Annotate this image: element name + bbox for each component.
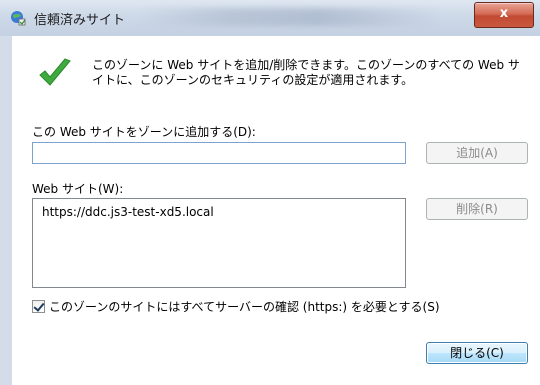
title-bar: 信頼済みサイト x: [0, 0, 540, 37]
window-title: 信頼済みサイト: [34, 13, 126, 28]
require-https-checkbox[interactable]: [32, 300, 45, 313]
intro-line-1: このゾーンに Web サイトを追加/削除できます。このゾーンのすべての Web …: [92, 58, 520, 72]
require-https-label[interactable]: このゾーンのサイトにはすべてサーバーの確認 (https:) を必要とする(S): [49, 298, 440, 315]
require-https-row[interactable]: このゾーンのサイトにはすべてサーバーの確認 (https:) を必要とする(S): [32, 298, 440, 315]
add-site-input[interactable]: [32, 142, 406, 164]
window-frame-left: [0, 36, 12, 385]
close-button[interactable]: 閉じる(C): [426, 342, 528, 364]
green-checkmark-icon: [39, 58, 71, 86]
intro-line-2: イトに、このゾーンのセキュリティの設定が適用されます。: [92, 73, 414, 87]
remove-button[interactable]: 削除(R): [426, 198, 528, 220]
window-close-button[interactable]: x: [474, 2, 534, 28]
sites-list-label: Web サイト(W):: [32, 182, 124, 196]
list-item[interactable]: https://ddc.js3-test-xd5.local: [42, 205, 214, 219]
dialog-body: このゾーンに Web サイトを追加/削除できます。このゾーンのすべての Web …: [12, 36, 540, 385]
sites-listbox[interactable]: https://ddc.js3-test-xd5.local: [32, 198, 406, 288]
trusted-sites-icon: [11, 11, 26, 26]
add-site-label: この Web サイトをゾーンに追加する(D):: [32, 125, 256, 139]
title-bar-background-blur: [140, 8, 440, 26]
add-button[interactable]: 追加(A): [426, 142, 528, 164]
intro-text: このゾーンに Web サイトを追加/削除できます。このゾーンのすべての Web …: [92, 58, 532, 88]
